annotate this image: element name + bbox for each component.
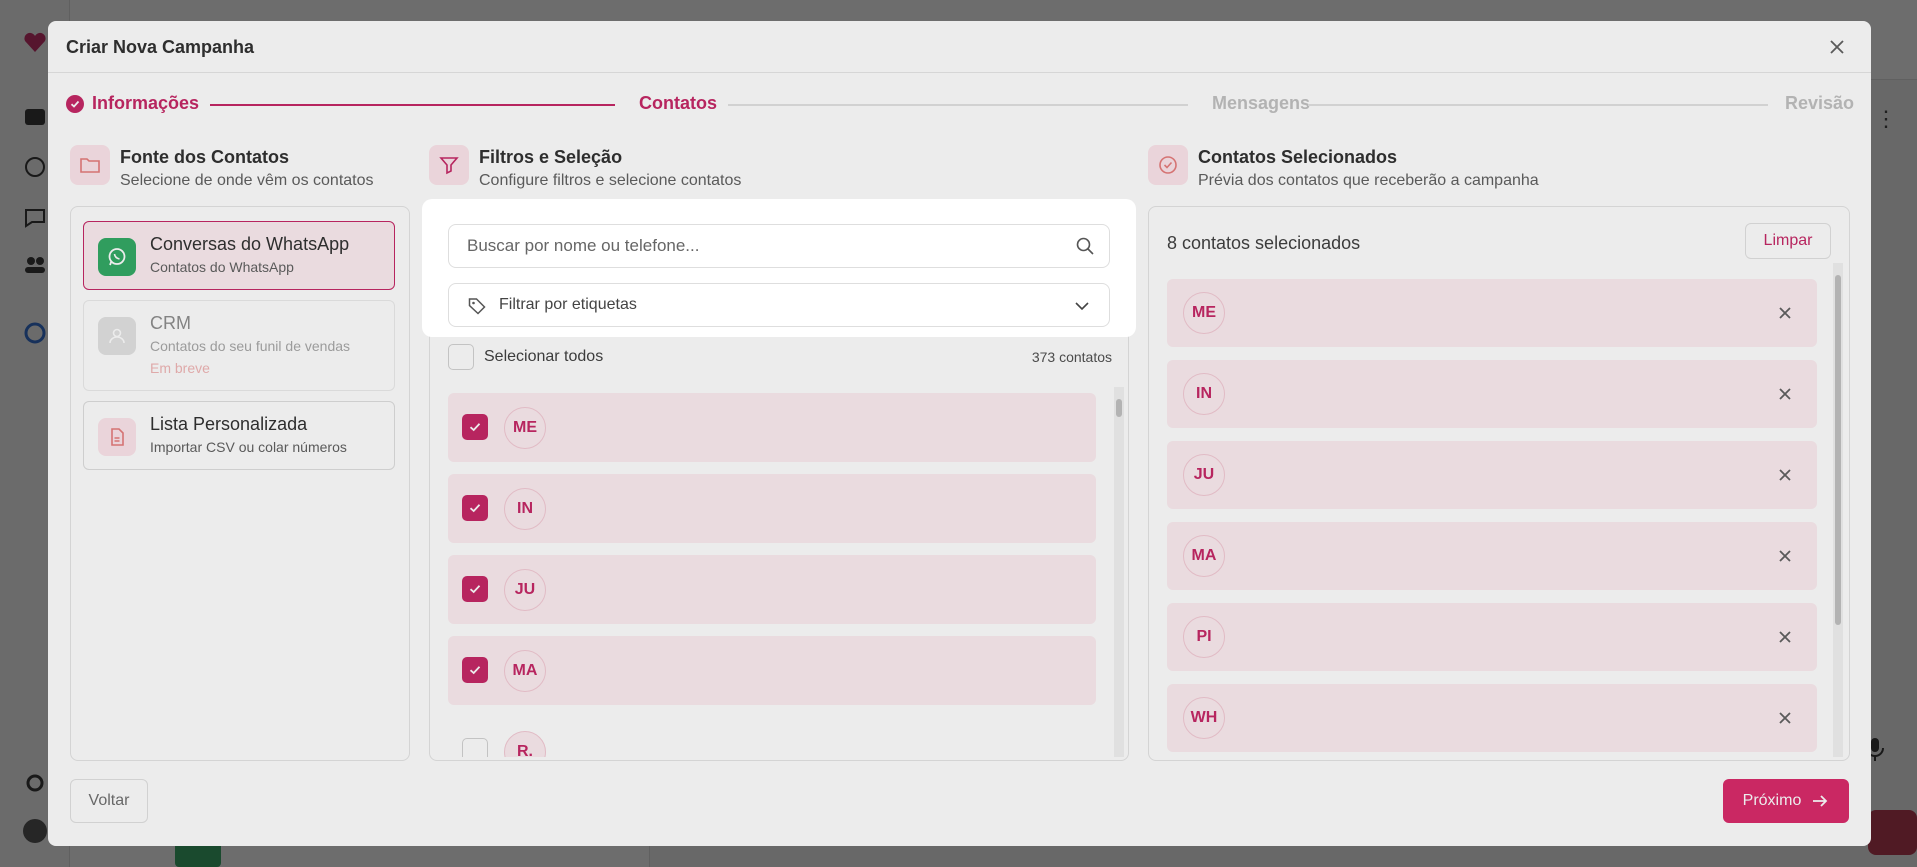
chevron-down-icon[interactable]: [1073, 297, 1091, 315]
contact-avatar: MA: [1183, 535, 1225, 577]
scrollbar-thumb[interactable]: [1116, 399, 1122, 417]
step-connector: [728, 104, 1188, 106]
contact-avatar: ME: [504, 407, 546, 449]
source-card-subtitle: Importar CSV ou colar números: [150, 439, 347, 455]
selected-contacts-list: ME IN JU MA PI WH: [1167, 279, 1817, 757]
select-all-checkbox[interactable]: [448, 344, 474, 370]
step-label: Informações: [92, 93, 200, 113]
back-button[interactable]: Voltar: [70, 779, 148, 823]
selected-count: 8 contatos selecionados: [1167, 233, 1361, 253]
contact-avatar: IN: [1183, 373, 1225, 415]
contact-checkbox[interactable]: [462, 738, 488, 757]
remove-icon[interactable]: [1773, 544, 1797, 568]
step-revisao: Revisão: [1785, 93, 1855, 113]
folder-icon: [70, 145, 110, 185]
tag-filter-dropdown[interactable]: Filtrar por etiquetas: [448, 283, 1110, 327]
source-card-whatsapp[interactable]: Conversas do WhatsApp Contatos do WhatsA…: [83, 221, 395, 290]
contact-row[interactable]: JU: [448, 555, 1096, 624]
coming-soon-badge: Em breve: [150, 360, 210, 376]
contacts-scrollbar[interactable]: [1114, 387, 1124, 757]
crm-icon: [98, 317, 136, 355]
step-connector: [210, 104, 615, 106]
clear-button[interactable]: Limpar: [1745, 223, 1831, 259]
source-card-custom-list[interactable]: Lista Personalizada Importar CSV ou cola…: [83, 401, 395, 470]
contact-row[interactable]: ME: [448, 393, 1096, 462]
selected-panel: 8 contatos selecionados Limpar ME IN JU …: [1148, 206, 1850, 761]
remove-icon[interactable]: [1773, 463, 1797, 487]
source-subtitle: Selecione de onde vêm os contatos: [120, 172, 374, 189]
filters-title: Filtros e Seleção: [479, 147, 623, 167]
source-card-title: Conversas do WhatsApp: [150, 234, 350, 254]
contact-avatar: MA: [504, 650, 546, 692]
select-all[interactable]: Selecionar todos: [448, 344, 603, 370]
source-column-header: Fonte dos Contatos Selecione de onde vêm…: [70, 145, 374, 190]
step-contatos[interactable]: Contatos: [639, 93, 717, 114]
search-filter-popover: Filtrar por etiquetas: [422, 199, 1136, 337]
scrollbar-thumb[interactable]: [1835, 275, 1841, 625]
contact-avatar: R.: [504, 731, 546, 757]
selected-contact-row: WH: [1167, 684, 1817, 752]
contact-avatar: IN: [504, 488, 546, 530]
source-panel: Conversas do WhatsApp Contatos do WhatsA…: [70, 206, 410, 761]
selected-contact-row: IN: [1167, 360, 1817, 428]
total-contacts-count: 373 contatos: [1031, 349, 1112, 365]
step-informacoes[interactable]: Informações: [66, 93, 199, 114]
source-card-title: CRM: [150, 313, 191, 333]
campaign-stepper: Informações Contatos Mensagens Revisão: [48, 73, 1871, 129]
next-button[interactable]: Próximo: [1723, 779, 1849, 823]
search-input[interactable]: [449, 225, 1049, 267]
search-icon[interactable]: [1075, 236, 1095, 256]
select-all-label: Selecionar todos: [484, 348, 604, 365]
next-button-label: Próximo: [1742, 792, 1802, 809]
contact-avatar: WH: [1183, 697, 1225, 739]
contacts-list: ME IN JU MA R.: [448, 387, 1102, 757]
contact-avatar: JU: [504, 569, 546, 611]
contact-avatar: JU: [1183, 454, 1225, 496]
modal-title: Criar Nova Campanha: [66, 37, 255, 57]
source-card-title: Lista Personalizada: [150, 414, 308, 434]
contact-row[interactable]: MA: [448, 636, 1096, 705]
selected-contact-row: JU: [1167, 441, 1817, 509]
remove-icon[interactable]: [1773, 625, 1797, 649]
selected-scrollbar[interactable]: [1833, 263, 1843, 757]
contact-avatar: PI: [1183, 616, 1225, 658]
filter-icon: [429, 145, 469, 185]
source-title: Fonte dos Contatos: [120, 147, 289, 167]
contact-checkbox[interactable]: [462, 495, 488, 521]
contact-row[interactable]: IN: [448, 474, 1096, 543]
selected-column-header: Contatos Selecionados Prévia dos contato…: [1148, 145, 1539, 190]
selected-contact-row: PI: [1167, 603, 1817, 671]
source-card-subtitle: Contatos do WhatsApp: [150, 259, 294, 275]
step-mensagens: Mensagens: [1212, 93, 1311, 113]
check-circle-outline-icon: [1148, 145, 1188, 185]
selected-contact-row: ME: [1167, 279, 1817, 347]
remove-icon[interactable]: [1773, 301, 1797, 325]
filters-column-header: Filtros e Seleção Configure filtros e se…: [429, 145, 741, 190]
selected-title: Contatos Selecionados: [1198, 147, 1398, 167]
arrow-right-icon: [1813, 795, 1828, 807]
whatsapp-icon: [98, 238, 136, 276]
contact-checkbox[interactable]: [462, 414, 488, 440]
remove-icon[interactable]: [1773, 706, 1797, 730]
filters-subtitle: Configure filtros e selecione contatos: [479, 172, 742, 189]
selected-subtitle: Prévia dos contatos que receberão a camp…: [1198, 172, 1539, 189]
tag-icon: [468, 298, 486, 315]
step-connector: [1308, 104, 1768, 106]
remove-icon[interactable]: [1773, 382, 1797, 406]
close-icon[interactable]: [1825, 35, 1849, 59]
file-icon: [98, 418, 136, 456]
source-card-subtitle: Contatos do seu funil de vendas: [150, 338, 351, 354]
check-circle-icon: [66, 94, 84, 113]
selected-contact-row: MA: [1167, 522, 1817, 590]
contact-checkbox[interactable]: [462, 576, 488, 602]
source-card-crm: CRM Contatos do seu funil de vendas Em b…: [83, 300, 395, 391]
modal-header: Criar Nova Campanha: [48, 21, 1871, 73]
contact-row[interactable]: R.: [448, 717, 1096, 757]
create-campaign-modal: Criar Nova Campanha Informações Contatos…: [48, 21, 1871, 846]
search-field[interactable]: [448, 224, 1110, 268]
contact-avatar: ME: [1183, 292, 1225, 334]
contact-checkbox[interactable]: [462, 657, 488, 683]
tag-filter-label: Filtrar por etiquetas: [499, 296, 637, 313]
